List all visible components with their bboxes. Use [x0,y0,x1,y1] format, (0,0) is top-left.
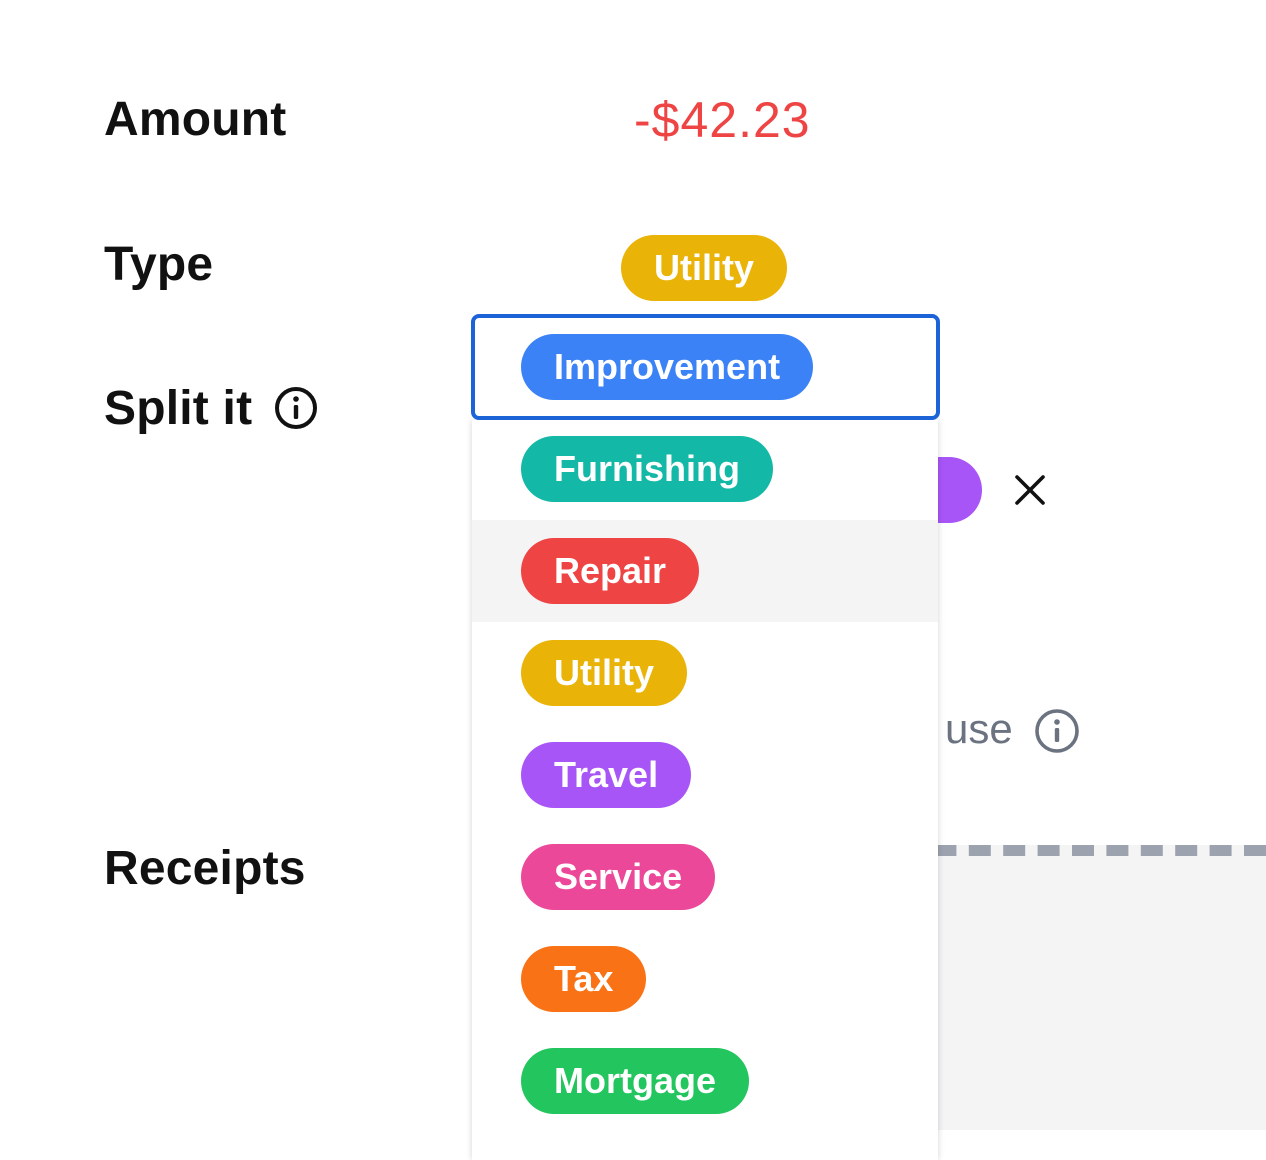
amount-value: -$42.23 [634,92,811,148]
split-label: Split it [104,382,253,435]
dropdown-option-travel[interactable]: Travel [472,724,938,826]
option-pill: Travel [521,742,692,808]
amount-label: Amount [104,93,287,146]
option-pill: Repair [521,538,700,604]
option-pill: Tax [521,946,647,1012]
receipts-label: Receipts [104,842,306,895]
type-label: Type [104,238,214,291]
selected-option-pill: Improvement [521,334,814,400]
dropdown-option-furnishing[interactable]: Furnishing [472,420,938,522]
info-circle-icon[interactable] [274,386,318,430]
option-pill: Furnishing [521,436,773,502]
dropdown-option-repair[interactable]: Repair [472,520,938,622]
type-dropdown-selected[interactable]: Improvement [471,314,940,420]
business-use-label: use [945,705,1013,752]
close-icon[interactable] [1014,474,1046,506]
info-circle-icon[interactable] [1034,708,1080,754]
dropdown-option-tax[interactable]: Tax [472,928,938,1030]
option-pill: Mortgage [521,1048,749,1114]
dropdown-option-utility[interactable]: Utility [472,622,938,724]
type-dropdown-menu: Furnishing Repair Utility Travel Service… [472,420,938,1160]
dropdown-option-mortgage[interactable]: Mortgage [472,1030,938,1132]
dropdown-option-service[interactable]: Service [472,826,938,928]
type-selected-pill[interactable]: Utility [621,235,788,301]
option-pill: Service [521,844,716,910]
option-pill: Utility [521,640,688,706]
receipts-dropzone[interactable] [900,845,1266,1130]
